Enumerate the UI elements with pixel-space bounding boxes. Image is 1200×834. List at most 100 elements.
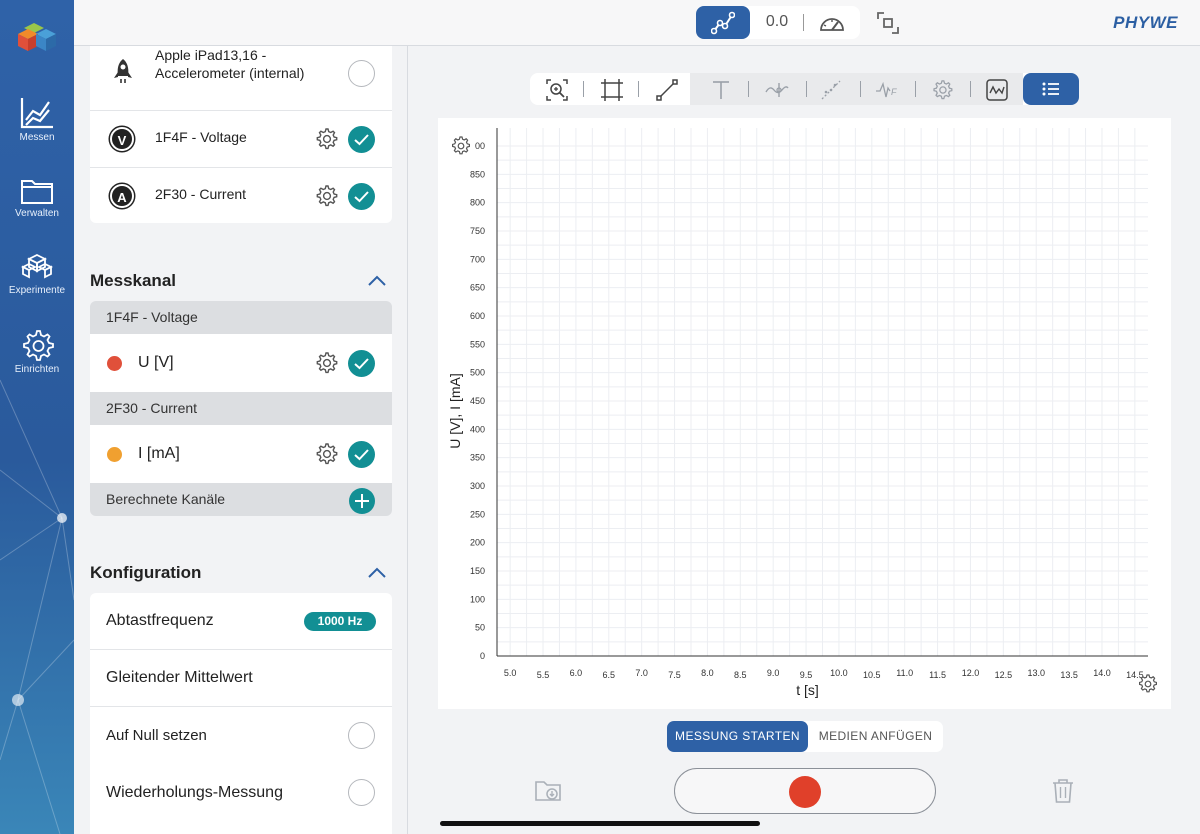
x-tick-label: 14.0 bbox=[1093, 668, 1111, 678]
divider bbox=[583, 81, 584, 97]
chevron-up-icon[interactable] bbox=[367, 567, 387, 579]
value-display-button[interactable]: 0.0 bbox=[750, 13, 804, 31]
y-tick-label: 00 bbox=[475, 141, 485, 151]
y-tick-label: 550 bbox=[470, 339, 485, 349]
attach-media-button[interactable]: MEDIEN ANFÜGEN bbox=[808, 721, 943, 752]
nav-item-verwalten[interactable]: Verwalten bbox=[0, 176, 74, 246]
channel-group-header: 1F4F - Voltage bbox=[90, 301, 392, 334]
export-folder-icon[interactable] bbox=[534, 776, 562, 804]
rocket-icon bbox=[114, 59, 132, 83]
divider bbox=[915, 81, 916, 97]
sensor-row[interactable]: V 1F4F - Voltage bbox=[90, 111, 392, 168]
sampling-frequency-badge[interactable]: 1000 Hz bbox=[304, 612, 376, 631]
graph-view-icon bbox=[711, 11, 735, 35]
channel-row[interactable]: U [V] bbox=[90, 334, 392, 392]
chart-settings-gear-icon[interactable] bbox=[931, 79, 953, 101]
y-tick-label: 50 bbox=[475, 623, 485, 633]
gauge-icon bbox=[820, 18, 844, 31]
fullscreen-icon[interactable] bbox=[877, 12, 899, 34]
y-tick-label: 250 bbox=[470, 509, 485, 519]
divider bbox=[970, 81, 971, 97]
x-tick-label: 7.5 bbox=[668, 670, 681, 680]
measurement-action-group: MESSUNG STARTEN MEDIEN ANFÜGEN bbox=[667, 721, 943, 752]
y-axis-settings-gear-icon[interactable] bbox=[452, 136, 470, 155]
nav-item-messen[interactable]: Messen bbox=[0, 96, 74, 166]
y-tick-label: 200 bbox=[470, 538, 485, 548]
chart-grid bbox=[497, 128, 1148, 657]
y-tick-label: 350 bbox=[470, 453, 485, 463]
brand-logo: PHYWE bbox=[1113, 13, 1178, 32]
sensor-settings-gear-icon[interactable] bbox=[314, 127, 338, 151]
sensor-row[interactable]: A 2F30 - Current bbox=[90, 168, 392, 223]
signal-analysis-icon[interactable]: F bbox=[875, 79, 899, 101]
text-annotation-icon[interactable] bbox=[710, 79, 732, 101]
sampling-label: Abtastfrequenz bbox=[106, 612, 214, 629]
sensor-enabled-check[interactable] bbox=[348, 126, 375, 153]
channel-row[interactable]: I [mA] bbox=[90, 425, 392, 483]
chevron-up-icon[interactable] bbox=[367, 275, 387, 287]
sensor-name: 1F4F - Voltage bbox=[155, 129, 247, 145]
trash-icon[interactable] bbox=[1051, 778, 1075, 804]
x-tick-label: 13.0 bbox=[1027, 668, 1045, 678]
zero-toggle-radio[interactable] bbox=[348, 722, 375, 749]
x-tick-label: 13.5 bbox=[1060, 670, 1078, 680]
graph-view-button[interactable] bbox=[696, 6, 750, 39]
start-measurement-button[interactable]: MESSUNG STARTEN bbox=[667, 721, 808, 752]
repeat-toggle-radio[interactable] bbox=[348, 779, 375, 806]
chart-line-icon bbox=[20, 98, 53, 129]
x-tick-label: 5.0 bbox=[504, 668, 517, 678]
divider bbox=[748, 81, 749, 97]
y-tick-label: 850 bbox=[470, 169, 485, 179]
config-row-moving-average[interactable]: Gleitender Mittelwert bbox=[90, 650, 392, 707]
list-icon bbox=[1042, 82, 1059, 96]
x-axis-label: t [s] bbox=[796, 682, 819, 698]
channel-enabled-check[interactable] bbox=[348, 441, 375, 468]
chart-toolbar: F bbox=[530, 73, 1079, 105]
sensor-row[interactable]: Apple iPad13,16 - Accelerometer (interna… bbox=[90, 46, 392, 111]
plus-icon bbox=[355, 494, 369, 508]
channel-settings-gear-icon[interactable] bbox=[314, 442, 338, 466]
record-control[interactable] bbox=[674, 768, 936, 814]
y-tick-label: 700 bbox=[470, 254, 485, 264]
y-tick-label: 450 bbox=[470, 396, 485, 406]
add-computed-channel-button[interactable] bbox=[349, 488, 375, 514]
sensor-enabled-check[interactable] bbox=[348, 183, 375, 210]
checkmark-icon bbox=[354, 191, 369, 203]
x-tick-label: 9.5 bbox=[800, 670, 813, 680]
zoom-region-icon[interactable] bbox=[546, 79, 568, 101]
divider bbox=[806, 81, 807, 97]
zero-label: Auf Null setzen bbox=[106, 727, 207, 744]
top-bar: 0.0 PHYWE bbox=[74, 0, 1200, 46]
autoscale-icon[interactable] bbox=[601, 79, 623, 101]
repeat-label: Wiederholungs-Messung bbox=[106, 784, 283, 801]
main-area: F 0 50 100 150 200 250 300 350 400 450 500 550 600 65… bbox=[409, 46, 1200, 834]
channel-name: I [mA] bbox=[138, 445, 180, 462]
record-button[interactable] bbox=[789, 776, 821, 808]
config-row-sampling[interactable]: Abtastfrequenz 1000 Hz bbox=[90, 593, 392, 650]
gauge-view-button[interactable] bbox=[804, 6, 860, 39]
channel-color-dot bbox=[107, 356, 122, 371]
computed-channels-row[interactable]: Berechnete Kanäle bbox=[90, 483, 392, 516]
config-row-repeat[interactable]: Wiederholungs-Messung bbox=[90, 764, 392, 821]
marker-icon[interactable] bbox=[765, 79, 789, 101]
sensor-select-radio[interactable] bbox=[348, 60, 375, 87]
sensor-settings-gear-icon[interactable] bbox=[314, 184, 338, 208]
list-view-button[interactable] bbox=[1023, 73, 1079, 105]
x-axis-settings-gear-icon[interactable] bbox=[1139, 674, 1157, 693]
main-navigation: Messen Verwalten Experimente Einrichten bbox=[0, 0, 74, 834]
measurement-chart[interactable]: 0 50 100 150 200 250 300 350 400 450 500 550 600 650 7… bbox=[438, 118, 1171, 709]
nav-item-einrichten[interactable]: Einrichten bbox=[0, 328, 74, 398]
computed-channels-label: Berechnete Kanäle bbox=[106, 491, 226, 507]
regression-icon[interactable] bbox=[820, 79, 842, 101]
y-tick-label: 150 bbox=[470, 566, 485, 576]
channel-settings-gear-icon[interactable] bbox=[314, 351, 338, 375]
section-title-messkanal: Messkanal bbox=[90, 271, 176, 290]
nav-item-experimente[interactable]: Experimente bbox=[0, 253, 74, 323]
divider bbox=[638, 81, 639, 97]
folder-icon bbox=[21, 180, 53, 204]
y-tick-label: 750 bbox=[470, 226, 485, 236]
channel-enabled-check[interactable] bbox=[348, 350, 375, 377]
config-row-zero[interactable]: Auf Null setzen bbox=[90, 707, 392, 764]
curve-fit-icon[interactable] bbox=[986, 79, 1008, 101]
connect-points-icon[interactable] bbox=[656, 79, 678, 101]
